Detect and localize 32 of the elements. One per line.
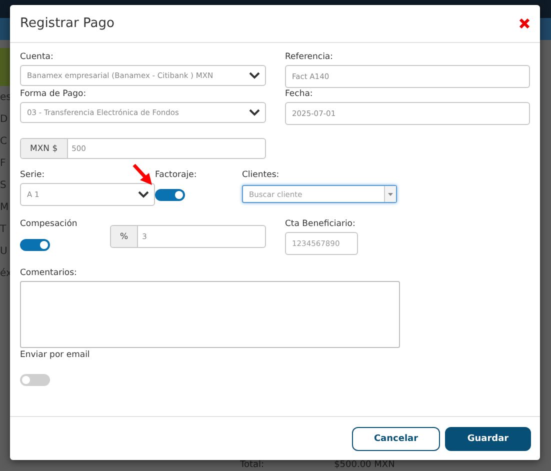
field-label: Comentarios: — [20, 267, 78, 279]
field-label: Cta Beneficiario: — [285, 218, 356, 230]
background-text: S — [0, 180, 6, 192]
toggle-switch[interactable] — [20, 374, 50, 386]
field-label: Clientes: — [242, 169, 280, 181]
caret-down-icon — [388, 192, 393, 196]
field-label: Serie: — [20, 169, 46, 181]
field-label: Compesación — [20, 218, 78, 230]
toggle-switch[interactable] — [155, 189, 185, 201]
close-icon[interactable] — [519, 18, 530, 29]
background-text: T — [0, 224, 6, 236]
chevron-down-icon — [138, 191, 149, 198]
save-button[interactable]: Guardar — [445, 426, 531, 450]
field-label: Forma de Pago: — [20, 88, 88, 100]
background-text: F — [0, 158, 6, 170]
field-label: Cuenta: — [20, 51, 54, 63]
toggle-switch[interactable] — [20, 239, 50, 251]
background-text: D — [0, 114, 8, 126]
field-label: Fecha: — [285, 88, 314, 100]
background-text: M — [0, 202, 9, 214]
total-label: Total: — [240, 460, 264, 470]
background-text: U — [0, 246, 8, 258]
field-label: Factoraje: — [155, 169, 198, 181]
field-label: Enviar por email — [20, 349, 91, 361]
total-value: $500.00 MXN — [334, 460, 395, 470]
field-label: Referencia: — [285, 51, 334, 63]
chevron-down-icon — [249, 72, 260, 79]
dialog-title: Registrar Pago — [20, 16, 114, 31]
arrow-icon — [132, 163, 154, 187]
chevron-down-icon — [249, 109, 260, 116]
cancel-button[interactable]: Cancelar — [352, 426, 440, 450]
background-text: C — [0, 136, 7, 148]
